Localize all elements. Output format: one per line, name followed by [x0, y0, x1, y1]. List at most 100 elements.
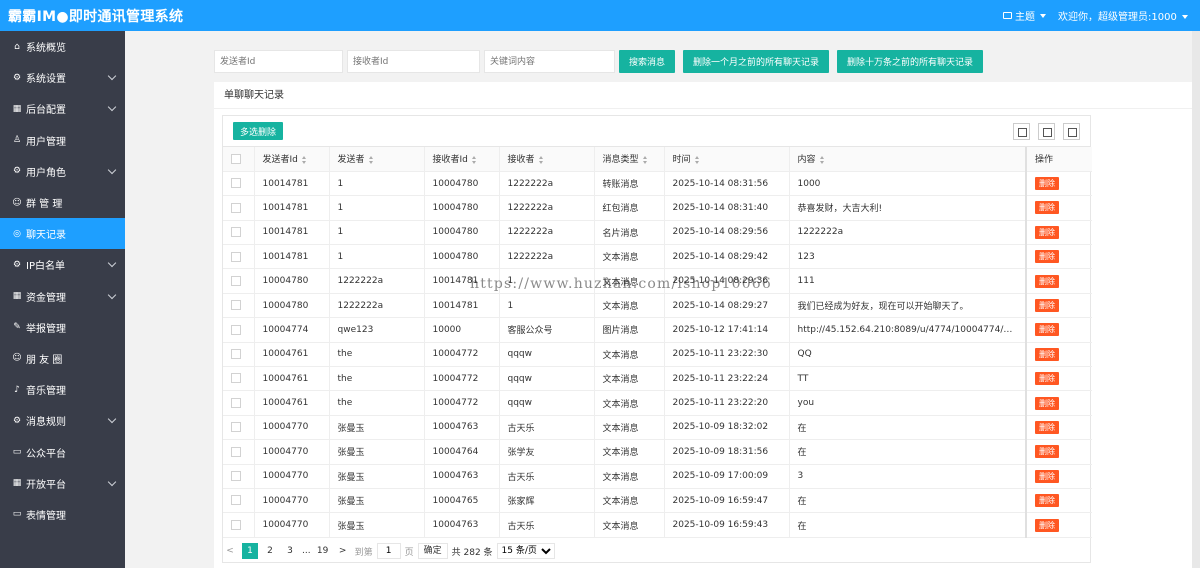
sidebar-item-label: 举报管理: [26, 323, 66, 335]
sidebar-item-3[interactable]: ♙ 用户管理: [0, 125, 125, 156]
column-header[interactable]: 发送者Id: [254, 147, 330, 172]
row-checkbox[interactable]: [231, 446, 241, 457]
table-cell: 10014781: [254, 195, 330, 221]
sort-icon[interactable]: [538, 155, 544, 164]
table-cell: 我们已经成为好友，现在可以开始聊天了。: [789, 293, 1027, 319]
delete-row-button[interactable]: 删除: [1035, 372, 1059, 386]
next-page-button[interactable]: >: [335, 543, 351, 559]
delete-row-button[interactable]: 删除: [1035, 347, 1059, 361]
page-2-button[interactable]: 2: [262, 543, 278, 559]
row-checkbox[interactable]: [231, 373, 241, 384]
sidebar-item-14[interactable]: ▦ 开放平台: [0, 468, 125, 499]
table-cell: 1: [499, 268, 595, 294]
sidebar-item-2[interactable]: ▦ 后台配置: [0, 93, 125, 124]
column-header[interactable]: 发送者: [329, 147, 425, 172]
delete-row-button[interactable]: 删除: [1035, 445, 1059, 459]
column-header[interactable]: 消息类型: [594, 147, 665, 172]
delete-row-button[interactable]: 删除: [1035, 274, 1059, 288]
chat-record-card: 单聊聊天记录 多选删除 发送者Id 发送者 接收者Id 接收者 消息类型 时间 内容 操作: [214, 82, 1200, 568]
sidebar-item-6[interactable]: ◎ 聊天记录: [0, 218, 125, 250]
sidebar-item-9[interactable]: ✎ 举报管理: [0, 312, 125, 343]
sidebar-item-4[interactable]: ⚙ 用户角色: [0, 156, 125, 187]
keyword-input[interactable]: [484, 50, 615, 73]
card-title: 单聊聊天记录: [214, 82, 1200, 109]
goto-confirm-button[interactable]: 确定: [417, 543, 448, 559]
sort-icon[interactable]: [819, 155, 825, 164]
table-cell: 文本消息: [594, 268, 665, 294]
page-last-button[interactable]: 19: [315, 543, 331, 559]
delete-row-button[interactable]: 删除: [1035, 494, 1059, 508]
sidebar-item-0[interactable]: ⌂ 系统概览: [0, 31, 125, 62]
table-cell: you: [789, 390, 1027, 416]
export-icon[interactable]: [1038, 123, 1055, 140]
sidebar-item-label: 系统概览: [26, 43, 66, 55]
delete-row-button[interactable]: 删除: [1035, 250, 1059, 264]
row-checkbox[interactable]: [231, 471, 241, 482]
sort-icon[interactable]: [301, 155, 307, 164]
table-cell: 张曼玉: [329, 415, 425, 441]
sidebar-item-8[interactable]: ▦ 资金管理: [0, 281, 125, 312]
row-checkbox[interactable]: [231, 251, 241, 262]
prev-page-button[interactable]: <: [222, 543, 238, 559]
sidebar-item-13[interactable]: ▭ 公众平台: [0, 436, 125, 467]
sort-icon[interactable]: [471, 155, 477, 164]
receiver-id-input[interactable]: [347, 50, 480, 73]
row-checkbox[interactable]: [231, 275, 241, 286]
sidebar-item-15[interactable]: ▭ 表情管理: [0, 499, 125, 530]
theme-menu[interactable]: 主题: [1002, 8, 1046, 23]
sort-icon[interactable]: [368, 155, 374, 164]
delete-row-button[interactable]: 删除: [1035, 420, 1059, 434]
row-checkbox[interactable]: [231, 422, 241, 433]
column-header[interactable]: 接收者Id: [424, 147, 500, 172]
sidebar-item-11[interactable]: ♪ 音乐管理: [0, 374, 125, 405]
user-menu[interactable]: 欢迎你，超级管理员:1000: [1058, 8, 1188, 23]
table-cell: 2025-10-09 18:31:56: [664, 439, 790, 465]
column-header[interactable]: 接收者: [499, 147, 595, 172]
row-checkbox[interactable]: [231, 349, 241, 360]
column-header-label: 发送者: [337, 155, 365, 166]
columns-filter-icon[interactable]: [1013, 123, 1030, 140]
bulk-delete-button[interactable]: 多选删除: [233, 122, 284, 140]
row-checkbox[interactable]: [231, 178, 241, 189]
row-checkbox[interactable]: [231, 519, 241, 530]
column-header[interactable]: 内容: [789, 147, 1027, 172]
page-3-button[interactable]: 3: [282, 543, 298, 559]
sidebar-item-12[interactable]: ⚙ 消息规则: [0, 405, 125, 436]
row-checkbox[interactable]: [231, 397, 241, 408]
print-icon[interactable]: [1063, 123, 1080, 140]
delete-row-button[interactable]: 删除: [1035, 177, 1059, 191]
delete-row-button[interactable]: 删除: [1035, 469, 1059, 483]
sort-icon[interactable]: [694, 155, 700, 164]
delete-row-button[interactable]: 删除: [1035, 225, 1059, 239]
page-1-button[interactable]: 1: [242, 543, 258, 559]
delete-row-button[interactable]: 删除: [1035, 518, 1059, 532]
sidebar-item-7[interactable]: ⚙ IP白名单: [0, 249, 125, 280]
sidebar-item-10[interactable]: ☺ 朋 友 圈: [0, 343, 125, 374]
select-all-checkbox[interactable]: [231, 153, 241, 164]
table-cell: 1000: [789, 171, 1027, 197]
delete-row-button[interactable]: 删除: [1035, 201, 1059, 215]
sort-icon[interactable]: [642, 155, 648, 164]
sender-id-input[interactable]: [214, 50, 343, 73]
select-all-cell: [223, 147, 255, 172]
search-button[interactable]: 搜索消息: [619, 50, 676, 73]
sidebar-item-1[interactable]: ⚙ 系统设置: [0, 62, 125, 93]
actions-cell: 删除: [1025, 244, 1092, 270]
row-checkbox[interactable]: [231, 300, 241, 311]
table-row: 10004761 the 10004772 qqqw 文本消息 2025-10-11 23…: [223, 366, 1092, 392]
row-checkbox[interactable]: [231, 227, 241, 238]
column-header[interactable]: 时间: [664, 147, 790, 172]
sidebar-item-5[interactable]: ☺ 群 管 理: [0, 187, 125, 218]
row-checkbox[interactable]: [231, 495, 241, 506]
delete-month-button[interactable]: 删除一个月之前的所有聊天记录: [683, 50, 830, 73]
scrollbar[interactable]: [1192, 31, 1200, 568]
row-checkbox[interactable]: [231, 202, 241, 213]
delete-row-button[interactable]: 删除: [1035, 299, 1059, 313]
delete-100k-button[interactable]: 删除十万条之前的所有聊天记录: [837, 50, 984, 73]
table-row: 10004770 张曼玉 10004765 张家辉 文本消息 2025-10-09 16:…: [223, 488, 1092, 514]
delete-row-button[interactable]: 删除: [1035, 323, 1059, 337]
goto-page-input[interactable]: [376, 543, 401, 559]
row-checkbox[interactable]: [231, 324, 241, 335]
page-size-select[interactable]: 15 条/页: [496, 543, 555, 559]
delete-row-button[interactable]: 删除: [1035, 396, 1059, 410]
